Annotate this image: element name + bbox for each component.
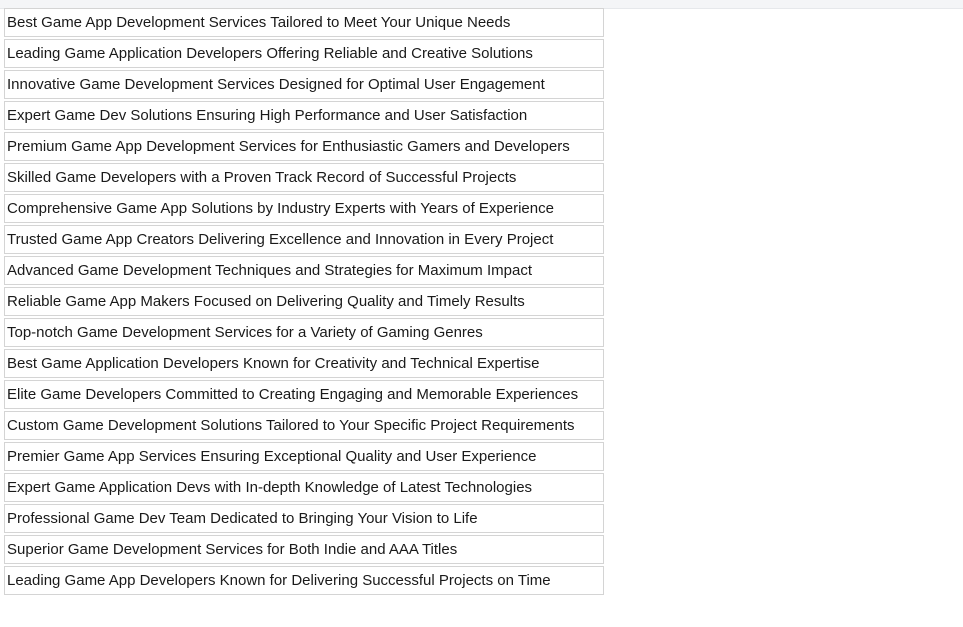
table-cell[interactable]: Comprehensive Game App Solutions by Indu… — [4, 194, 604, 223]
table-row: Leading Game App Developers Known for De… — [4, 566, 604, 595]
table-cell[interactable]: Advanced Game Development Techniques and… — [4, 256, 604, 285]
table-row: Reliable Game App Makers Focused on Deli… — [4, 287, 604, 316]
empty-right-panel — [612, 9, 963, 627]
table-cell[interactable]: Top-notch Game Development Services for … — [4, 318, 604, 347]
table-row: Top-notch Game Development Services for … — [4, 318, 604, 347]
table-cell[interactable]: Expert Game Application Devs with In-dep… — [4, 473, 604, 502]
table-row: Superior Game Development Services for B… — [4, 535, 604, 564]
table-cell[interactable]: Elite Game Developers Committed to Creat… — [4, 380, 604, 409]
table-row: Elite Game Developers Committed to Creat… — [4, 380, 604, 409]
table-row: Skilled Game Developers with a Proven Tr… — [4, 163, 604, 192]
table-cell[interactable]: Premium Game App Development Services fo… — [4, 132, 604, 161]
table-row: Expert Game Dev Solutions Ensuring High … — [4, 101, 604, 130]
table-cell[interactable]: Skilled Game Developers with a Proven Tr… — [4, 163, 604, 192]
table-row: Expert Game Application Devs with In-dep… — [4, 473, 604, 502]
table-row: Innovative Game Development Services Des… — [4, 70, 604, 99]
table-cell[interactable]: Custom Game Development Solutions Tailor… — [4, 411, 604, 440]
table-row: Comprehensive Game App Solutions by Indu… — [4, 194, 604, 223]
table-cell[interactable]: Leading Game App Developers Known for De… — [4, 566, 604, 595]
table-row: Best Game App Development Services Tailo… — [4, 8, 604, 37]
table-cell[interactable]: Superior Game Development Services for B… — [4, 535, 604, 564]
table-row: Professional Game Dev Team Dedicated to … — [4, 504, 604, 533]
table-cell[interactable]: Innovative Game Development Services Des… — [4, 70, 604, 99]
table-cell[interactable]: Trusted Game App Creators Delivering Exc… — [4, 225, 604, 254]
table-cell[interactable]: Best Game App Development Services Tailo… — [4, 8, 604, 37]
table-cell[interactable]: Leading Game Application Developers Offe… — [4, 39, 604, 68]
table-row: Premier Game App Services Ensuring Excep… — [4, 442, 604, 471]
table-cell[interactable]: Reliable Game App Makers Focused on Deli… — [4, 287, 604, 316]
table-cell[interactable]: Professional Game Dev Team Dedicated to … — [4, 504, 604, 533]
table-row: Best Game Application Developers Known f… — [4, 349, 604, 378]
spreadsheet-table-area: Best Game App Development Services Tailo… — [2, 4, 612, 627]
table-row: Leading Game Application Developers Offe… — [4, 39, 604, 68]
table-row: Custom Game Development Solutions Tailor… — [4, 411, 604, 440]
titles-table: Best Game App Development Services Tailo… — [2, 6, 606, 597]
table-cell[interactable]: Premier Game App Services Ensuring Excep… — [4, 442, 604, 471]
table-row: Premium Game App Development Services fo… — [4, 132, 604, 161]
table-row: Trusted Game App Creators Delivering Exc… — [4, 225, 604, 254]
table-cell[interactable]: Expert Game Dev Solutions Ensuring High … — [4, 101, 604, 130]
table-cell[interactable]: Best Game Application Developers Known f… — [4, 349, 604, 378]
table-row: Advanced Game Development Techniques and… — [4, 256, 604, 285]
